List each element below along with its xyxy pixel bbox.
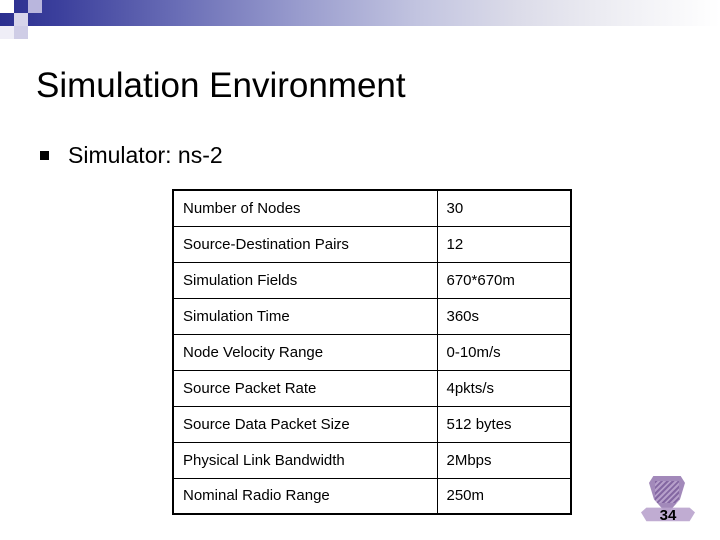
bullet-item-label: Simulator: ns-2 <box>68 142 223 168</box>
table-row: Source Data Packet Size 512 bytes <box>172 405 572 443</box>
square-bullet-icon <box>40 151 49 160</box>
header-square-1 <box>0 0 14 13</box>
table-row: Source Packet Rate 4pkts/s <box>172 369 572 407</box>
parameter-name: Simulation Fields <box>172 261 438 299</box>
parameter-value: 12 <box>436 225 572 263</box>
parameter-value: 360s <box>436 297 572 335</box>
table-row: Number of Nodes 30 <box>172 189 572 227</box>
table-row: Node Velocity Range 0-10m/s <box>172 333 572 371</box>
table-body: Number of Nodes 30 Source-Destination Pa… <box>172 189 572 515</box>
header-square-4 <box>14 26 28 39</box>
parameter-value: 670*670m <box>436 261 572 299</box>
slide-title: Simulation Environment <box>36 66 406 105</box>
simulation-parameters-table: Number of Nodes 30 Source-Destination Pa… <box>172 189 572 515</box>
parameter-name: Source Packet Rate <box>172 369 438 407</box>
parameter-name: Nominal Radio Range <box>172 477 438 515</box>
parameter-value: 30 <box>436 189 572 227</box>
parameter-name: Source Data Packet Size <box>172 405 438 443</box>
parameter-name: Simulation Time <box>172 297 438 335</box>
parameter-name: Node Velocity Range <box>172 333 438 371</box>
bullet-item-simulator: Simulator: ns-2 <box>40 142 223 169</box>
parameter-name: Source-Destination Pairs <box>172 225 438 263</box>
table-row: Simulation Time 360s <box>172 297 572 335</box>
parameter-value: 2Mbps <box>436 441 572 479</box>
table-row: Simulation Fields 670*670m <box>172 261 572 299</box>
header-square-3 <box>28 0 42 13</box>
parameter-value: 250m <box>436 477 572 515</box>
page-number: 34 <box>659 507 677 524</box>
table-row: Nominal Radio Range 250m <box>172 477 572 515</box>
table-row: Source-Destination Pairs 12 <box>172 225 572 263</box>
parameter-value: 0-10m/s <box>436 333 572 371</box>
table-row: Physical Link Bandwidth 2Mbps <box>172 441 572 479</box>
parameter-value: 512 bytes <box>436 405 572 443</box>
header-square-5 <box>0 26 14 39</box>
parameter-value: 4pkts/s <box>436 369 572 407</box>
header-square-2 <box>14 13 28 26</box>
header-band <box>0 0 720 26</box>
parameter-name: Physical Link Bandwidth <box>172 441 438 479</box>
parameter-name: Number of Nodes <box>172 189 438 227</box>
footer-logo: 34 <box>641 476 695 530</box>
